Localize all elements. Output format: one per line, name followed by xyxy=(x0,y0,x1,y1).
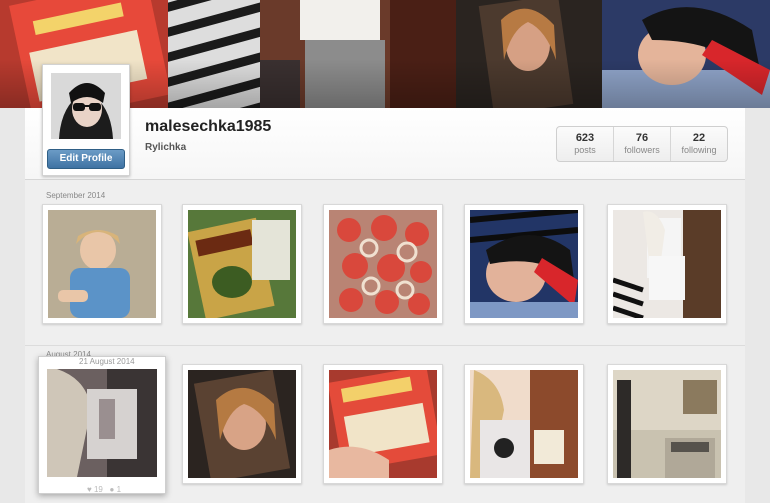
photo-thumbnail[interactable] xyxy=(323,364,443,484)
month-label-september: September 2014 xyxy=(46,191,106,200)
photo-thumbnail[interactable] xyxy=(182,204,302,324)
photo-thumbnail[interactable] xyxy=(42,204,162,324)
hover-likes-count: 19 xyxy=(93,485,103,494)
photo-thumbnail[interactable] xyxy=(464,204,584,324)
cover-photo-girl xyxy=(260,0,456,108)
hover-comments-count: 1 xyxy=(116,485,122,494)
photo-thumbnail[interactable] xyxy=(607,364,727,484)
photo-hover-card[interactable]: 21 August 2014 ♥ 19 ● 1 xyxy=(38,356,166,494)
cover-photo-woman xyxy=(456,0,602,108)
stat-posts-label: posts xyxy=(574,145,596,155)
photo-thumbnail[interactable] xyxy=(607,204,727,324)
avatar[interactable] xyxy=(51,73,121,139)
avatar-card: Edit Profile xyxy=(42,64,130,176)
stat-following[interactable]: 22 following xyxy=(671,127,727,161)
photo-thumbnail[interactable] xyxy=(182,364,302,484)
stats-box: 623 posts 76 followers 22 following xyxy=(556,126,728,162)
section-divider xyxy=(25,345,745,346)
hover-photo-meta: ♥ 19 ● 1 xyxy=(87,485,122,494)
stat-following-count: 22 xyxy=(692,132,706,144)
stat-posts[interactable]: 623 posts xyxy=(557,127,614,161)
edit-profile-button[interactable]: Edit Profile xyxy=(47,149,125,169)
cover-photo-zebra xyxy=(168,0,260,108)
real-name: Rylichka xyxy=(145,142,187,153)
stat-followers[interactable]: 76 followers xyxy=(614,127,671,161)
photo-thumbnail[interactable] xyxy=(323,204,443,324)
stat-followers-count: 76 xyxy=(635,132,649,144)
stat-posts-count: 623 xyxy=(575,132,595,144)
stat-followers-label: followers xyxy=(624,145,660,155)
stat-following-label: following xyxy=(681,145,717,155)
cover-photo-baby xyxy=(602,0,770,108)
username: malesechka1985 xyxy=(145,118,272,135)
photo-thumbnail[interactable] xyxy=(464,364,584,484)
hover-photo-date: 21 August 2014 xyxy=(79,357,135,366)
